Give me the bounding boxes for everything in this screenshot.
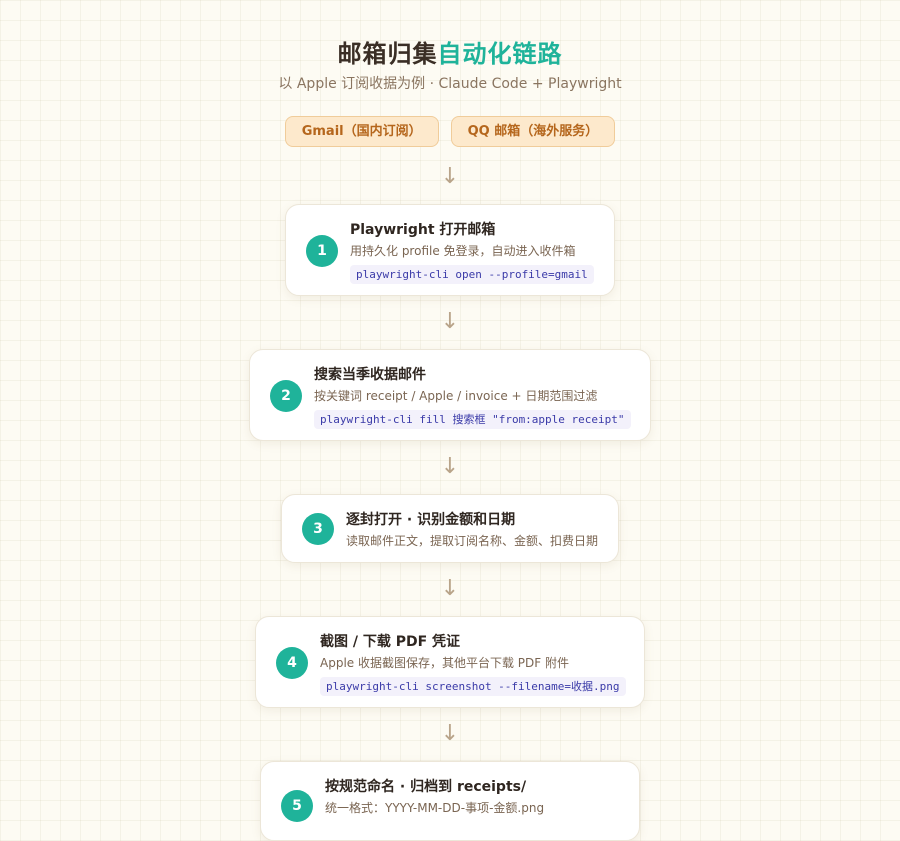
flow-arrow-icon: ↓ — [440, 721, 460, 746]
step-description: 用持久化 profile 免登录，自动进入收件箱 — [350, 244, 576, 258]
step-number-badge: 4 — [276, 647, 308, 679]
step-code-snippet: playwright-cli open --profile=gmail — [350, 265, 594, 284]
step-content: 按规范命名 · 归档到 receipts/ 统一格式：YYYY-MM-DD-事项… — [325, 778, 625, 816]
step-content: 逐封打开 · 识别金额和日期 读取邮件正文，提取订阅名称、金额、扣费日期 — [346, 511, 604, 549]
step-card-2: 2 搜索当季收据邮件 按关键词 receipt / Apple / invoic… — [249, 349, 651, 441]
step-title: 搜索当季收据邮件 — [314, 367, 426, 383]
step-title: Playwright 打开邮箱 — [350, 222, 496, 238]
step-number-badge: 1 — [306, 235, 338, 267]
step-description: Apple 收据截图保存，其他平台下载 PDF 附件 — [320, 656, 569, 670]
step-description: 读取邮件正文，提取订阅名称、金额、扣费日期 — [346, 534, 599, 548]
flow-arrow-icon: ↓ — [440, 164, 460, 189]
step-code-snippet: playwright-cli screenshot --filename=收据.… — [320, 677, 626, 696]
flow-arrow-icon: ↓ — [440, 454, 460, 479]
source-tags: Gmail（国内订阅） QQ 邮箱（海外服务） — [0, 116, 900, 147]
page-subtitle: 以 Apple 订阅收据为例 · Claude Code + Playwrigh… — [278, 76, 622, 92]
step-number-badge: 2 — [270, 380, 302, 412]
step-number-badge: 5 — [281, 790, 313, 822]
flow-arrow-icon: ↓ — [440, 309, 460, 334]
step-title: 逐封打开 · 识别金额和日期 — [346, 512, 516, 528]
step-card-5: 5 按规范命名 · 归档到 receipts/ 统一格式：YYYY-MM-DD-… — [260, 761, 640, 841]
step-card-3: 3 逐封打开 · 识别金额和日期 读取邮件正文，提取订阅名称、金额、扣费日期 — [281, 494, 619, 563]
page-title: 邮箱归集自动化链路 — [0, 34, 900, 69]
step-title: 按规范命名 · 归档到 receipts/ — [325, 779, 527, 795]
step-content: 截图 / 下载 PDF 凭证 Apple 收据截图保存，其他平台下载 PDF 附… — [320, 633, 630, 696]
source-tag-gmail: Gmail（国内订阅） — [284, 116, 439, 147]
flow-arrow-icon: ↓ — [440, 576, 460, 601]
step-title: 截图 / 下载 PDF 凭证 — [320, 634, 461, 650]
step-card-1: 1 Playwright 打开邮箱 用持久化 profile 免登录，自动进入收… — [285, 204, 615, 296]
step-card-4: 4 截图 / 下载 PDF 凭证 Apple 收据截图保存，其他平台下载 PDF… — [255, 616, 645, 708]
source-tag-qq: QQ 邮箱（海外服务） — [450, 116, 616, 147]
step-code-snippet: playwright-cli fill 搜索框 "from:apple rece… — [314, 410, 631, 429]
title-accent: 自动化链路 — [437, 40, 563, 68]
step-content: Playwright 打开邮箱 用持久化 profile 免登录，自动进入收件箱… — [350, 221, 600, 284]
step-description: 按关键词 receipt / Apple / invoice + 日期范围过滤 — [314, 389, 598, 403]
step-number-badge: 3 — [302, 513, 334, 545]
title-main: 邮箱归集 — [337, 40, 438, 68]
step-content: 搜索当季收据邮件 按关键词 receipt / Apple / invoice … — [314, 366, 636, 429]
step-description: 统一格式：YYYY-MM-DD-事项-金额.png — [325, 801, 545, 815]
